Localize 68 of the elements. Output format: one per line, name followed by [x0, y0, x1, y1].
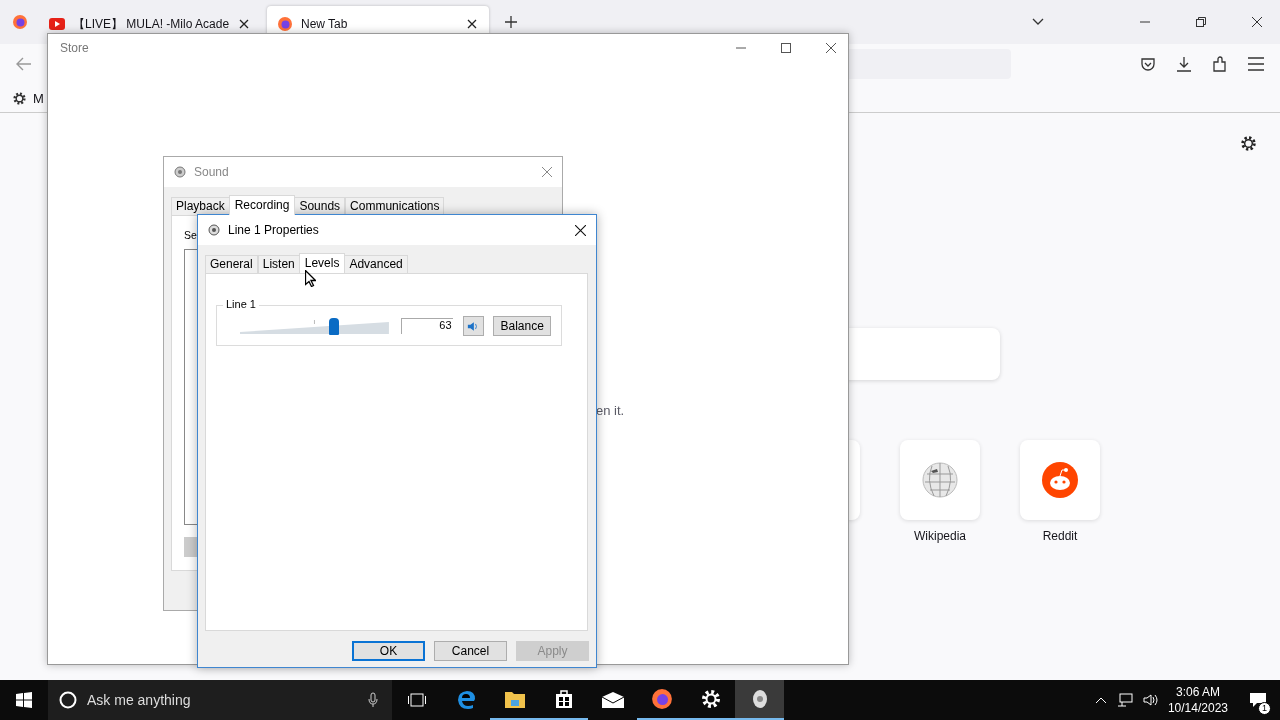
dialog-tab[interactable]: Levels [298, 253, 346, 273]
shortcut-label[interactable]: Wikipedia [914, 529, 966, 543]
search-field[interactable]: Ask me anything [48, 680, 392, 720]
add-tab-icon[interactable] [505, 16, 517, 28]
slider-thumb[interactable] [328, 318, 339, 335]
dialog-tab[interactable]: Advanced [344, 255, 408, 273]
video-icon [49, 18, 65, 30]
gear-icon[interactable] [12, 90, 27, 106]
tab-title: 【LIVE】 MULA! -Milo Acade [73, 15, 231, 33]
volume-icon[interactable] [1142, 693, 1159, 707]
restore-icon[interactable] [1196, 17, 1206, 27]
folder-icon [504, 690, 525, 708]
window-title: Store [60, 41, 89, 55]
firefox-icon[interactable] [12, 14, 28, 30]
clock-time[interactable]: 3:06 AM [1175, 684, 1220, 700]
close-icon[interactable] [467, 19, 477, 29]
microphone-icon[interactable] [368, 692, 378, 708]
close-icon[interactable] [575, 224, 586, 236]
envelope-icon [601, 692, 624, 708]
dialog-tab[interactable]: General [205, 255, 258, 273]
back-arrow-icon[interactable] [16, 57, 32, 71]
dialog-tab[interactable]: Playback [171, 197, 230, 215]
task-view-icon[interactable] [407, 693, 426, 707]
alien-face-icon [1042, 462, 1078, 498]
close-icon[interactable] [826, 43, 836, 53]
browser-tab[interactable]: 【LIVE】 MULA! -Milo Acade [39, 6, 261, 42]
download-icon[interactable] [1176, 56, 1192, 72]
volume-slider[interactable] [240, 318, 389, 334]
dialog-tab[interactable]: Communications [345, 197, 445, 215]
window-title: Line 1 Properties [228, 223, 319, 237]
gear-icon [700, 689, 721, 709]
shopping-bag-icon [553, 689, 574, 709]
notification-count: 1 [1258, 702, 1271, 715]
window-title: Sound [194, 165, 229, 179]
mute-button[interactable] [462, 316, 485, 336]
description-text: Se [184, 229, 197, 241]
windows-logo-icon[interactable] [16, 692, 32, 708]
notification-button[interactable]: 1 [1236, 680, 1280, 720]
firefox-icon [277, 16, 293, 32]
firefox-icon [650, 688, 673, 710]
menu-icon[interactable] [1248, 57, 1264, 71]
shortcut-tile[interactable] [1020, 440, 1100, 520]
globe-icon [922, 462, 958, 498]
level-field[interactable]: 63 [400, 318, 453, 334]
info-text: en it. [596, 403, 625, 418]
chevron-up-icon[interactable] [1094, 696, 1107, 704]
bookmark-label[interactable]: M [33, 90, 44, 106]
shortcut-tile[interactable] [900, 440, 980, 520]
network-icon[interactable] [1116, 693, 1133, 707]
edge-icon [455, 690, 476, 710]
chevron-down-icon[interactable] [1032, 18, 1044, 26]
tab-title: New Tab [301, 17, 349, 31]
taskbar-app[interactable] [735, 680, 784, 720]
circle-icon [59, 691, 77, 709]
close-icon[interactable] [1252, 17, 1262, 27]
maximize-icon[interactable] [781, 43, 791, 53]
clock-date[interactable]: 10/14/2023 [1167, 700, 1228, 716]
dialog-tab[interactable]: Listen [257, 255, 300, 273]
dialog-button[interactable]: Cancel [434, 641, 507, 661]
group-label: Line 1 [223, 298, 259, 310]
dialog-button[interactable]: OK [352, 641, 425, 661]
balance-button[interactable]: Balance [493, 316, 551, 336]
dialog-tab[interactable]: Sounds [294, 197, 346, 215]
pocket-icon[interactable] [1140, 56, 1156, 72]
close-icon[interactable] [239, 19, 249, 29]
dialog-tab[interactable]: Recording [228, 195, 296, 215]
shortcut-label[interactable]: Reddit [1042, 529, 1078, 543]
settings-icon[interactable] [1240, 135, 1257, 152]
